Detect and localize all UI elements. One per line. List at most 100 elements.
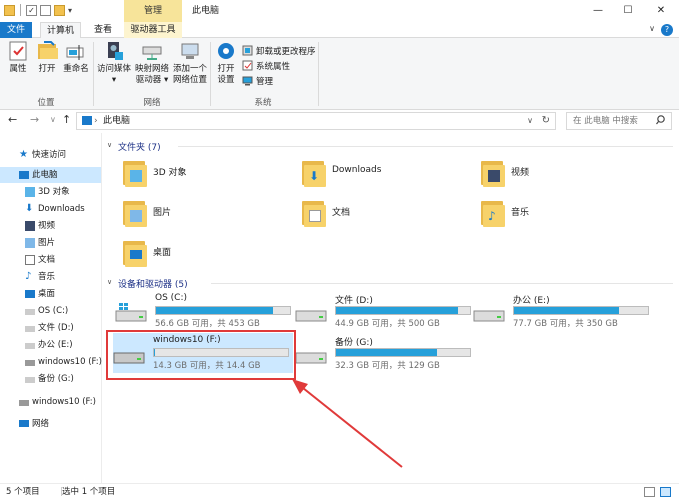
computer-icon (82, 116, 92, 125)
video-folder-icon (479, 159, 505, 187)
divider (178, 146, 673, 147)
tab-view[interactable]: 查看 (88, 22, 118, 38)
drive-tile[interactable]: 办公 (E:) 77.7 GB 可用，共 350 GB (473, 291, 651, 331)
folder-tile[interactable]: ♪ 音乐 (479, 197, 649, 233)
properties-button[interactable]: 属性 (4, 40, 32, 75)
selection-count: 选中 1 个项目 (62, 487, 116, 497)
sidebar-item-label: 网络 (32, 419, 50, 429)
sidebar-item-label: 备份 (G:) (38, 374, 74, 384)
sidebar-item-drive-g[interactable]: 备份 (G:) (0, 371, 101, 387)
tiles-view-icon[interactable] (660, 487, 671, 497)
folder-tile[interactable]: 视频 (479, 157, 649, 193)
collapse-group-icon[interactable]: ∨ (107, 141, 112, 149)
sidebar-item-usb-f[interactable]: windows10 (F:) (0, 394, 101, 410)
new-folder-icon[interactable] (54, 4, 65, 16)
collapse-group-icon[interactable]: ∨ (107, 278, 112, 286)
sidebar-item-label: 3D 对象 (38, 187, 70, 197)
map-network-drive-button[interactable]: 映射网络 驱动器 ▾ (134, 40, 170, 86)
folder-name: 3D 对象 (153, 168, 187, 178)
sidebar-item-drive-c[interactable]: OS (C:) (0, 303, 101, 319)
system-properties-button[interactable]: 系统属性 (242, 59, 290, 72)
new-document-icon[interactable] (40, 4, 51, 16)
sidebar-item-this-pc[interactable]: 此电脑 (0, 167, 101, 183)
drive-size: 77.7 GB 可用，共 350 GB (513, 319, 618, 329)
devices-header[interactable]: 设备和驱动器 (5) (118, 277, 188, 290)
3d-objects-icon (25, 187, 35, 197)
drive-tile[interactable]: 备份 (G:) 32.3 GB 可用，共 129 GB (295, 333, 473, 373)
refresh-icon[interactable]: ↻ (542, 113, 550, 129)
forward-button[interactable]: → (30, 113, 39, 126)
media-icon (103, 40, 125, 62)
sidebar-item-drive-d[interactable]: 文件 (D:) (0, 320, 101, 336)
address-bar[interactable]: › 此电脑 ∨ ↻ (76, 112, 556, 130)
folder-name: 音乐 (511, 208, 530, 218)
collapse-ribbon-icon[interactable]: ∨ (649, 24, 655, 33)
sidebar-item-network[interactable]: 网络 (0, 416, 101, 432)
folder-tile[interactable]: 桌面 (121, 237, 291, 273)
folder-tile[interactable]: 文档 (300, 197, 470, 233)
search-input[interactable]: 在 此电脑 中搜索 (566, 112, 672, 130)
sidebar-item-drive-e[interactable]: 办公 (E:) (0, 337, 101, 353)
sidebar-item-pictures[interactable]: 图片 (0, 235, 101, 251)
open-button[interactable]: 打开 (34, 40, 60, 75)
tab-computer[interactable]: 计算机 (40, 22, 82, 39)
folder-tile[interactable]: ⬇ Downloads (300, 157, 470, 193)
access-media-button[interactable]: 访问媒体 ▾ (96, 40, 132, 86)
sidebar-item-quick-access[interactable]: ★ 快速访问 (0, 147, 101, 163)
sidebar-item-videos[interactable]: 视频 (0, 218, 101, 234)
folder-tile[interactable]: 图片 (121, 197, 291, 233)
drive-tile[interactable]: OS (C:) 56.6 GB 可用，共 453 GB (115, 291, 293, 331)
group-system-label: 系统 (254, 98, 272, 108)
sidebar-item-downloads[interactable]: ⬇ Downloads (0, 201, 101, 217)
back-button[interactable]: ← (8, 113, 17, 126)
open-settings-label-2: 设置 (217, 75, 235, 85)
drive-icon (295, 303, 329, 322)
uninstall-programs-button[interactable]: 卸载或更改程序 (242, 44, 316, 57)
maximize-button[interactable]: ☐ (613, 0, 643, 22)
video-icon (25, 221, 35, 231)
up-button[interactable]: ↑ (62, 113, 71, 126)
details-view-icon[interactable] (644, 487, 655, 497)
downloads-icon: ⬇ (25, 203, 34, 214)
sidebar-item-label: 图片 (38, 238, 56, 248)
sidebar-item-music[interactable]: ♪ 音乐 (0, 269, 101, 285)
help-icon[interactable]: ? (661, 24, 673, 36)
qat-dropdown-icon[interactable]: ▾ (68, 6, 72, 15)
tab-drive-tools[interactable]: 驱动器工具 (124, 22, 182, 38)
sidebar-item-3d-objects[interactable]: 3D 对象 (0, 184, 101, 200)
sidebar-item-label: 桌面 (38, 289, 56, 299)
sidebar-item-label: OS (C:) (38, 306, 69, 316)
window-title: 此电脑 (192, 6, 220, 16)
contextual-tab-manage: 管理 (124, 0, 182, 22)
minimize-button[interactable]: — (583, 0, 613, 22)
folders-header[interactable]: 文件夹 (7) (118, 140, 161, 153)
address-dropdown-icon[interactable]: ∨ (527, 113, 533, 129)
add-network-location-button[interactable]: 添加一个 网络位置 (172, 40, 208, 86)
sidebar-item-drive-f[interactable]: windows10 (F:) (0, 354, 102, 370)
sidebar-item-documents[interactable]: 文档 (0, 252, 101, 268)
gear-icon (215, 40, 237, 62)
drive-usage-fill (514, 307, 619, 314)
drive-size: 44.9 GB 可用，共 500 GB (335, 319, 440, 329)
status-bar: 5 个项目 | 选中 1 个项目 (0, 483, 679, 500)
sidebar-item-label: windows10 (F:) (38, 357, 102, 367)
sidebar-item-desktop[interactable]: 桌面 (0, 286, 101, 302)
drive-usage-bar (155, 306, 291, 315)
properties-check-icon[interactable]: ✓ (26, 4, 37, 16)
open-settings-button[interactable]: 打开 设置 (213, 40, 239, 86)
search-icon (656, 114, 666, 129)
item-count: 5 个项目 (6, 487, 40, 497)
divider (318, 42, 319, 106)
close-button[interactable]: ✕ (646, 0, 676, 22)
drive-tile[interactable]: 文件 (D:) 44.9 GB 可用，共 500 GB (295, 291, 473, 331)
content-pane: ∨ 文件夹 (7) 3D 对象 ⬇ Downloads 视频 图片 文档 ♪ 音… (103, 133, 679, 483)
rename-button[interactable]: 重命名 (62, 40, 90, 75)
breadcrumb[interactable]: 此电脑 (103, 113, 130, 129)
sidebar-item-label: 音乐 (38, 272, 56, 282)
tab-file[interactable]: 文件 (0, 22, 32, 38)
recent-locations-button[interactable]: ∨ (50, 115, 56, 124)
manage-button[interactable]: 管理 (242, 74, 273, 87)
folder-tile[interactable]: 3D 对象 (121, 157, 291, 193)
desktop-icon (25, 290, 35, 298)
drive-icon (25, 377, 35, 383)
